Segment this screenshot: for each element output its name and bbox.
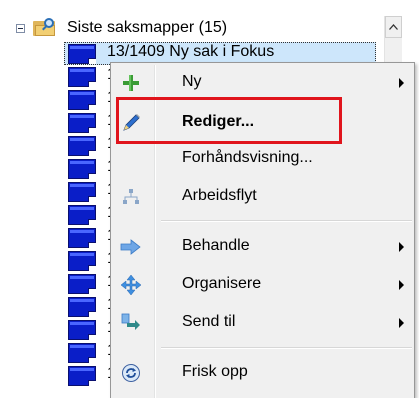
menu-item-label: Frisk opp	[182, 363, 248, 380]
menu-separator	[161, 220, 412, 222]
menu-item-label: Forhåndsvisning...	[182, 149, 313, 166]
tree-item-label: 13/1409 Ny sak i Fokus	[107, 43, 275, 60]
menu-item-ny[interactable]: Ny	[113, 65, 412, 101]
scroll-up-button[interactable]	[385, 16, 402, 38]
submenu-arrow-icon	[399, 78, 404, 88]
menu-item-rediger[interactable]: Rediger...	[113, 105, 412, 141]
case-folder-icon	[68, 366, 96, 386]
menu-item-label: Organisere	[182, 275, 262, 292]
menu-item-label: Rediger...	[182, 113, 255, 130]
menu-item-behandle[interactable]: Behandle	[113, 229, 412, 265]
collapse-icon[interactable]	[16, 23, 25, 33]
menu-item-label: Arbeidsflyt	[182, 187, 257, 204]
menu-item-label: Ny	[182, 73, 202, 90]
case-folder-icon	[68, 182, 96, 202]
case-folder-icon	[68, 136, 96, 156]
case-folder-icon	[68, 251, 96, 271]
submenu-arrow-icon	[399, 242, 404, 252]
menu-item-label: Behandle	[182, 237, 250, 254]
menu-item-label: Send til	[182, 313, 236, 330]
menu-item-send-til[interactable]: Send til	[113, 305, 412, 341]
pencil-icon	[119, 113, 143, 133]
case-folder-icon	[68, 67, 96, 87]
case-folder-icon	[68, 274, 96, 294]
move-icon	[119, 275, 143, 295]
menu-item-frisk-opp[interactable]: Frisk opp	[113, 355, 412, 391]
menu-separator	[161, 347, 412, 349]
submenu-arrow-icon	[399, 280, 404, 290]
case-folder-icon	[68, 343, 96, 363]
context-menu: Ny Rediger... Forhåndsvisning... Arbeids…	[110, 62, 415, 398]
case-folder-icon	[68, 113, 96, 133]
case-folder-icon	[68, 228, 96, 248]
folder-search-icon	[33, 18, 57, 38]
case-folder-icon	[68, 44, 96, 64]
workflow-icon	[119, 187, 143, 207]
case-folder-icon	[68, 205, 96, 225]
forward-arrow-icon	[119, 237, 143, 257]
refresh-icon	[119, 363, 143, 383]
menu-item-organisere[interactable]: Organisere	[113, 267, 412, 303]
submenu-arrow-icon	[399, 318, 404, 328]
tree-root-label: Siste saksmapper (15)	[67, 19, 228, 36]
plus-icon	[119, 73, 143, 93]
menu-item-arbeidsflyt[interactable]: Arbeidsflyt	[113, 179, 412, 215]
case-folder-icon	[68, 159, 96, 179]
case-folder-icon	[68, 320, 96, 340]
case-folder-icon	[68, 90, 96, 110]
menu-item-forhandsvisning[interactable]: Forhåndsvisning...	[113, 141, 412, 177]
case-folder-icon	[68, 297, 96, 317]
chevron-up-icon	[389, 24, 398, 30]
send-to-icon	[119, 313, 143, 333]
tree-root[interactable]: Siste saksmapper (15)	[16, 16, 227, 40]
